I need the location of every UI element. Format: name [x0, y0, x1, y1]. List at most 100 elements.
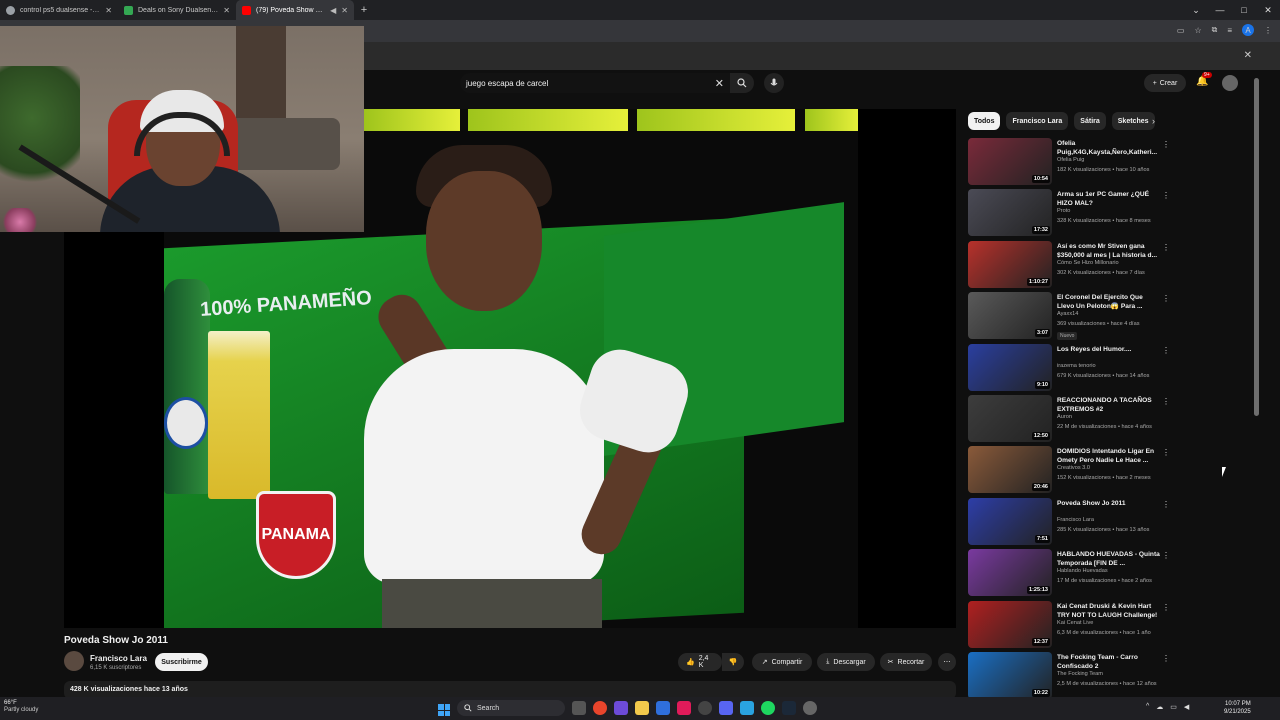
recommendation-title[interactable]: Así es como Mr Stiven gana $350,000 al m…	[1057, 242, 1161, 260]
more-options-icon[interactable]: ⋮	[1162, 654, 1170, 663]
recommendation-channel[interactable]: Auron	[1057, 414, 1072, 420]
recommendation-item[interactable]: 9:10 Los Reyes del Humor.... irazema tenor…	[968, 343, 1178, 395]
share-button[interactable]: ↗ Compartir	[752, 653, 812, 671]
more-options-icon[interactable]: ⋮	[1162, 448, 1170, 457]
extensions-icon[interactable]: ⧉	[1212, 25, 1218, 35]
account-avatar[interactable]	[1222, 75, 1238, 91]
video-thumbnail[interactable]: 10:22	[968, 651, 1052, 699]
windows-start-icon[interactable]	[438, 704, 450, 716]
video-thumbnail[interactable]: 1:25:13	[968, 549, 1052, 597]
chip-todos[interactable]: Todos	[968, 112, 1001, 130]
chrome-icon[interactable]	[593, 701, 607, 715]
spotify-icon[interactable]	[761, 701, 775, 715]
video-thumbnail[interactable]: 17:32	[968, 189, 1052, 237]
recommendation-item[interactable]: 1:25:13 HABLANDO HUEVADAS - Quinta Tempor…	[968, 549, 1178, 600]
media-icon[interactable]: ≡	[1227, 26, 1232, 35]
file-explorer-icon[interactable]	[635, 701, 649, 715]
channel-avatar[interactable]	[64, 651, 84, 671]
search-input[interactable]: juego escapa de carcel ✕	[460, 73, 730, 93]
video-thumbnail[interactable]: 3:07	[968, 292, 1052, 340]
recommendation-channel[interactable]: Cómo Se Hizo Millonario	[1057, 260, 1119, 266]
taskbar-search[interactable]: Search	[457, 700, 565, 716]
task-view-icon[interactable]	[572, 701, 586, 715]
more-options-icon[interactable]: ⋮	[1162, 603, 1170, 612]
recommendation-channel[interactable]: Francisco Lara	[1057, 517, 1094, 523]
more-options-icon[interactable]: ⋮	[1162, 140, 1170, 149]
more-options-icon[interactable]: ⋮	[1162, 191, 1170, 200]
recommendation-title[interactable]: Arma su 1er PC Gamer ¿QUÉ HIZO MAL?	[1057, 190, 1161, 208]
recommendation-channel[interactable]: The Focking Team	[1057, 671, 1103, 677]
video-thumbnail[interactable]: 20:46	[968, 446, 1052, 494]
video-thumbnail[interactable]: 9:10	[968, 343, 1052, 391]
search-button[interactable]	[730, 73, 754, 93]
recommendation-channel[interactable]: Ofelia Puig	[1057, 157, 1084, 163]
chip-francisco-lara[interactable]: Francisco Lara	[1006, 112, 1069, 130]
copilot-icon[interactable]	[614, 701, 628, 715]
bookmark-star-icon[interactable]: ☆	[1194, 26, 1201, 35]
close-window-button[interactable]: ✕	[1256, 0, 1280, 20]
download-button[interactable]: ⤓ Descargar	[817, 653, 875, 671]
recommendation-item[interactable]: 12:37 Kai Cenat Druski & Kevin Hart TRY N…	[968, 600, 1178, 652]
more-options-icon[interactable]: ⋮	[1162, 243, 1170, 252]
chevron-right-icon[interactable]: ›	[1152, 116, 1155, 126]
menu-icon[interactable]: ⋮	[1264, 26, 1272, 35]
recommendation-item[interactable]: 7:51 Poveda Show Jo 2011 Francisco Lara 285…	[968, 497, 1178, 549]
video-thumbnail[interactable]: 12:50	[968, 394, 1052, 442]
weather-widget[interactable]: 66°F Partly cloudy	[4, 700, 38, 714]
tab-youtube[interactable]: (79) Poveda Show Jo 2011 ◀ ✕	[236, 0, 354, 20]
recommendation-title[interactable]: Ofelia Puig,K4G,Kaysta,Ñero,Katheri...	[1057, 139, 1161, 157]
recommendation-item[interactable]: 12:50 REACCIONANDO A TACAÑOS EXTREMOS #2 A…	[968, 394, 1178, 446]
recommendation-title[interactable]: Poveda Show Jo 2011	[1057, 499, 1161, 508]
video-thumbnail[interactable]: 10:54	[968, 138, 1052, 185]
channel-name[interactable]: Francisco Lara	[90, 654, 147, 663]
subscribe-button[interactable]: Suscribirme	[155, 653, 208, 671]
recommendation-item[interactable]: 10:54 Ofelia Puig,K4G,Kaysta,Ñero,Katheri…	[968, 138, 1178, 189]
network-icon[interactable]: ▭	[1170, 703, 1177, 711]
recommendation-title[interactable]: Kai Cenat Druski & Kevin Hart TRY NOT TO…	[1057, 602, 1161, 620]
recommendation-title[interactable]: The Focking Team - Carro Confiscado 2	[1057, 653, 1161, 671]
tab-close-icon[interactable]: ✕	[223, 6, 230, 15]
recommendation-channel[interactable]: Proto	[1057, 208, 1070, 214]
video-thumbnail[interactable]: 7:51	[968, 497, 1052, 545]
more-actions-button[interactable]: ⋯	[938, 653, 956, 671]
more-options-icon[interactable]: ⋮	[1162, 346, 1170, 355]
tab-deals[interactable]: Deals on Sony Dualsense Edge ✕	[118, 0, 236, 20]
close-infobar-icon[interactable]: ✕	[1244, 50, 1252, 61]
voice-search-button[interactable]	[764, 73, 784, 93]
scrollbar-thumb[interactable]	[1254, 78, 1259, 416]
discord-icon[interactable]	[719, 701, 733, 715]
new-tab-button[interactable]: +	[354, 0, 374, 20]
recommendation-item[interactable]: 20:46 DOMIDIOS Intentando Ligar En Omety …	[968, 446, 1178, 497]
recommendation-title[interactable]: HABLANDO HUEVADAS - Quinta Temporada [FI…	[1057, 550, 1161, 568]
profile-avatar[interactable]: A	[1242, 24, 1254, 36]
more-options-icon[interactable]: ⋮	[1162, 294, 1170, 303]
recommendation-channel[interactable]: Ayaxx14	[1057, 311, 1078, 317]
tab-close-icon[interactable]: ✕	[341, 6, 348, 15]
recommendation-item[interactable]: 17:32 Arma su 1er PC Gamer ¿QUÉ HIZO MAL?…	[968, 189, 1178, 240]
speaker-icon[interactable]: ◀	[330, 6, 336, 15]
more-options-icon[interactable]: ⋮	[1162, 551, 1170, 560]
tab-search-icon[interactable]: ⌄	[1184, 0, 1208, 20]
recommendation-title[interactable]: REACCIONANDO A TACAÑOS EXTREMOS #2	[1057, 396, 1161, 414]
like-button[interactable]: 👍 2,4 K	[678, 653, 722, 671]
tab-search[interactable]: control ps5 dualsense - Buscar ✕	[0, 0, 118, 20]
more-options-icon[interactable]: ⋮	[1162, 397, 1170, 406]
recommendation-item[interactable]: 10:22 The Focking Team - Carro Confiscado…	[968, 651, 1178, 703]
chevron-up-icon[interactable]: ^	[1146, 703, 1149, 711]
chip-satira[interactable]: Sátira	[1074, 112, 1106, 130]
maximize-button[interactable]: □	[1232, 0, 1256, 20]
obs-icon[interactable]	[803, 701, 817, 715]
recommendation-title[interactable]: Los Reyes del Humor....	[1057, 345, 1161, 354]
tab-close-icon[interactable]: ✕	[105, 6, 112, 15]
speaker-icon[interactable]: ◀	[1184, 703, 1189, 711]
checkmark-app-icon[interactable]	[740, 701, 754, 715]
store-icon[interactable]	[656, 701, 670, 715]
cloud-icon[interactable]: ☁	[1156, 703, 1163, 711]
video-thumbnail[interactable]: 1:10:27	[968, 240, 1052, 288]
dislike-button[interactable]: 👎	[722, 653, 744, 671]
video-thumbnail[interactable]: 12:37	[968, 600, 1052, 648]
tiktok-icon[interactable]	[677, 701, 691, 715]
recommendation-item[interactable]: 3:07 El Coronel Del Ejercito Que Llevo Un…	[968, 292, 1178, 343]
recommendation-channel[interactable]: Kai Cenat Live	[1057, 620, 1093, 626]
recommendation-channel[interactable]: irazema tenorio	[1057, 363, 1096, 369]
